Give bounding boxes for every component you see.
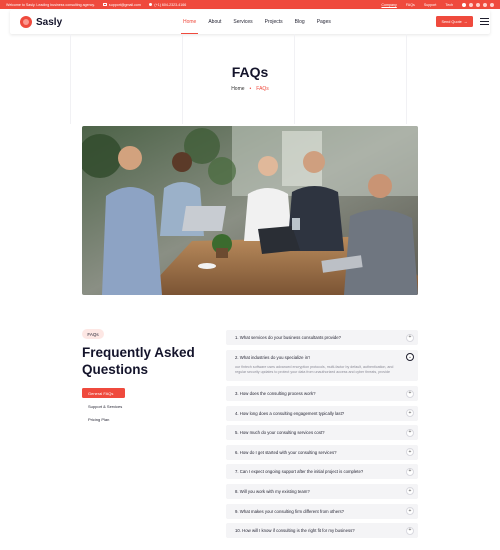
faq-item[interactable]: 10. How will I know if consulting is the… (226, 523, 418, 539)
linkedin-icon[interactable] (476, 2, 480, 7)
plus-icon[interactable]: + (406, 409, 414, 418)
nav-item-projects[interactable]: Projects (259, 10, 289, 34)
faq-question: 3. How does the consulting process work? (235, 391, 316, 396)
faq-category-tabs: General FAQs Support & Services Pricing … (82, 388, 125, 427)
faq-item[interactable]: 5. How much do your consulting services … (226, 425, 418, 441)
nav-item-about[interactable]: About (202, 10, 227, 34)
faq-question: 7. Can I expect ongoing support after th… (235, 469, 364, 475)
menu-icon[interactable] (480, 18, 489, 25)
tab-support-services[interactable]: Support & Services (82, 401, 125, 411)
mail-icon (102, 3, 107, 6)
tab-general-faqs[interactable]: General FAQs (82, 388, 125, 398)
breadcrumb-home[interactable]: Home (231, 86, 244, 92)
facebook-icon[interactable] (462, 2, 466, 7)
main-header: Sasly Home About Services Projects Blog … (10, 10, 490, 34)
language-select[interactable]: Tech (445, 3, 453, 7)
logo-icon (20, 16, 32, 28)
faq-question: 1. What services do your business consul… (235, 335, 342, 340)
faq-question: 10. How will I know if consulting is the… (235, 528, 355, 534)
plus-icon[interactable]: + (406, 526, 414, 535)
faq-question: 9. What makes your consulting firm diffe… (235, 508, 345, 514)
faq-question: 5. How much do your consulting services … (235, 430, 325, 436)
plus-icon[interactable]: + (406, 428, 414, 437)
brand-name: Sasly (36, 16, 63, 28)
arrow-right-icon: → (463, 19, 468, 24)
nav-item-blog[interactable]: Blog (289, 10, 311, 34)
email-text: support@gmail.com (108, 2, 141, 7)
faq-answer: our fintech software uses advanced encry… (235, 364, 394, 374)
faq-item[interactable]: 6. How do I get started with your consul… (226, 444, 418, 460)
plus-icon[interactable]: + (406, 333, 414, 342)
youtube-icon[interactable] (490, 2, 494, 7)
topbar-link-company[interactable]: Company (381, 3, 396, 7)
nav-item-services[interactable]: Services (227, 10, 258, 34)
chevron-down-icon[interactable]: ⌄ (406, 353, 414, 362)
faq-heading: Frequently Asked Questions (82, 345, 195, 377)
faq-question: 6. How do I get started with your consul… (235, 449, 337, 455)
welcome-text: Welcome to Sasly. Leading business consu… (6, 2, 95, 7)
plus-icon[interactable]: + (406, 448, 414, 457)
faq-item[interactable]: 3. How does the consulting process work?… (226, 386, 418, 401)
faq-question: 8. Will you work with my existing team? (235, 488, 310, 494)
breadcrumb-separator: • (249, 86, 252, 92)
nav-item-pages[interactable]: Pages (311, 10, 337, 34)
phone-text: (+1) 604-2323-4166 (154, 2, 187, 7)
topbar-link-faqs[interactable]: FAQs (406, 3, 415, 7)
send-quote-label: Send Quote (441, 19, 462, 24)
page-title: FAQs (231, 64, 269, 80)
social-links (462, 2, 494, 7)
plus-icon[interactable]: + (406, 389, 414, 398)
top-bar: Welcome to Sasly. Leading business consu… (0, 0, 500, 9)
send-quote-button[interactable]: Send Quote → (436, 16, 473, 27)
nav-item-home[interactable]: Home (177, 10, 202, 34)
plus-icon[interactable]: + (406, 467, 414, 476)
phone-contact[interactable]: (+1) 604-2323-4166 (148, 2, 187, 7)
faq-question: 4. How long does a consulting engagement… (235, 410, 345, 416)
faq-item[interactable]: 1. What services do your business consul… (226, 330, 418, 345)
faq-item[interactable]: 9. What makes your consulting firm diffe… (226, 503, 418, 519)
twitter-icon[interactable] (469, 2, 473, 7)
team-meeting-photo (82, 126, 418, 295)
faq-item[interactable]: 7. Can I expect ongoing support after th… (226, 464, 418, 480)
faq-item[interactable]: 4. How long does a consulting engagement… (226, 405, 418, 421)
instagram-icon[interactable] (483, 2, 487, 7)
breadcrumb: Home • FAQs (0, 86, 500, 92)
faq-item[interactable]: 8. Will you work with my existing team? + (226, 483, 418, 499)
email-contact[interactable]: support@gmail.com (102, 2, 141, 7)
plus-icon[interactable]: + (406, 507, 414, 516)
breadcrumb-current: FAQs (256, 86, 269, 92)
main-nav: Home About Services Projects Blog Pages (177, 10, 337, 34)
faq-question: 2. What industries do you specialize in? (235, 354, 311, 360)
brand-logo[interactable]: Sasly (20, 16, 62, 28)
topbar-link-support[interactable]: Support (424, 3, 437, 7)
tab-pricing-plan[interactable]: Pricing Plan (82, 414, 125, 424)
faq-item[interactable]: 2. What industries do you specialize in?… (226, 349, 418, 382)
plus-icon[interactable]: + (406, 487, 414, 496)
faq-accordion: 1. What services do your business consul… (226, 330, 418, 543)
faq-badge: FAQs (82, 329, 104, 339)
phone-icon (148, 2, 153, 7)
